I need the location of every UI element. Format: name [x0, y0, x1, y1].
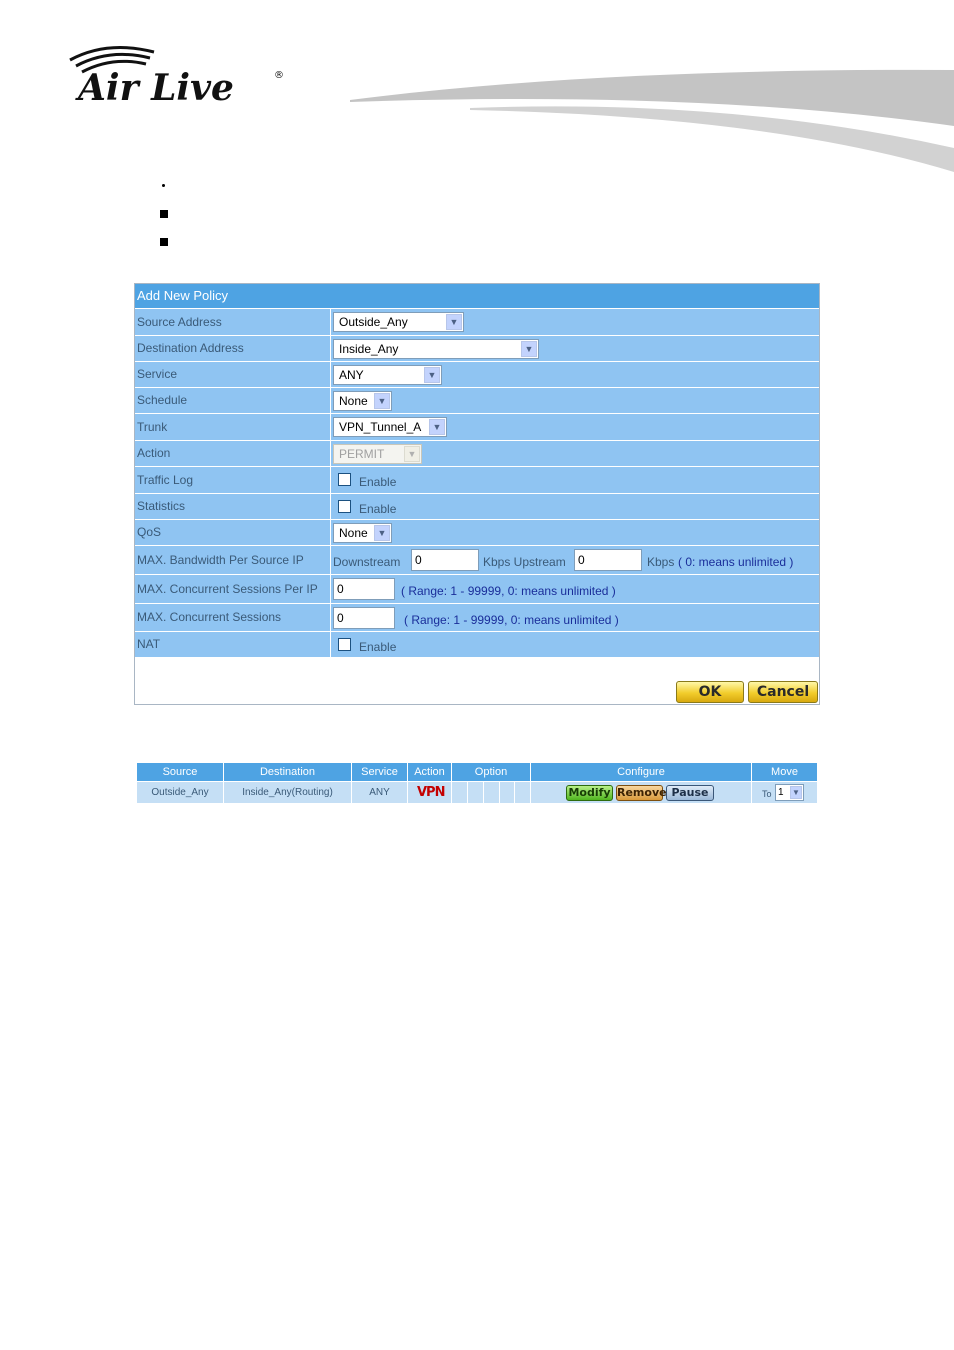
upstream-label: Kbps Upstream: [483, 555, 566, 569]
remove-button[interactable]: Remove: [616, 785, 667, 801]
max-sessions-hint: ( Range: 1 - 99999, 0: means unlimited ): [404, 613, 619, 627]
trunk-label: Trunk: [135, 414, 331, 440]
nat-checkbox[interactable]: [338, 638, 351, 651]
chevron-down-icon: ▼: [404, 446, 420, 462]
kbps-unit-label: Kbps: [647, 555, 675, 569]
row-max-sessions-per-ip: MAX. Concurrent Sessions Per IP 0 ( Rang…: [135, 574, 819, 603]
action-label: Action: [135, 441, 331, 466]
header-service: Service: [352, 763, 408, 781]
header-option: Option: [452, 763, 531, 781]
qos-select[interactable]: None ▼: [333, 523, 392, 543]
service-select[interactable]: ANY ▼: [333, 365, 442, 385]
schedule-label: Schedule: [135, 388, 331, 413]
row-service: Service ANY ▼: [135, 361, 819, 387]
vpn-action-icon: VPN: [417, 785, 445, 800]
nat-label: NAT: [135, 632, 331, 657]
row-nat: NAT Enable: [135, 631, 819, 657]
downstream-label: Downstream: [333, 555, 401, 569]
max-sessions-per-ip-hint: ( Range: 1 - 99999, 0: means unlimited ): [401, 584, 616, 598]
cell-option: [484, 782, 500, 803]
schedule-select[interactable]: None ▼: [333, 391, 392, 411]
row-qos: QoS None ▼: [135, 519, 819, 545]
source-address-label: Source Address: [135, 309, 331, 335]
row-source-address: Source Address Outside_Any ▼: [135, 308, 819, 335]
header-swoosh: [350, 69, 954, 172]
chevron-down-icon: ▼: [424, 367, 440, 383]
cell-option: [515, 782, 531, 803]
max-sessions-label: MAX. Concurrent Sessions: [135, 604, 331, 631]
chevron-down-icon: ▼: [521, 341, 537, 357]
small-bullet: [162, 184, 165, 187]
max-bandwidth-label: MAX. Bandwidth Per Source IP: [135, 546, 331, 574]
cell-option: [500, 782, 515, 803]
chevron-down-icon: ▼: [374, 525, 390, 541]
cell-source: Outside_Any: [137, 782, 224, 803]
chevron-down-icon: ▼: [790, 786, 802, 799]
qos-label: QoS: [135, 520, 331, 545]
policy-table: Source Destination Service Action Option…: [137, 763, 817, 803]
trunk-select[interactable]: VPN_Tunnel_A ▼: [333, 417, 447, 437]
service-label: Service: [135, 362, 331, 387]
move-select[interactable]: 1 ▼: [775, 784, 804, 801]
row-max-sessions: MAX. Concurrent Sessions 0 ( Range: 1 - …: [135, 603, 819, 631]
svg-text:®: ®: [274, 70, 284, 81]
ok-button[interactable]: OK: [676, 681, 744, 703]
bandwidth-hint: ( 0: means unlimited ): [678, 555, 794, 569]
destination-address-select[interactable]: Inside_Any ▼: [333, 339, 539, 359]
cell-destination: Inside_Any(Routing): [224, 782, 352, 803]
bullet-list: [160, 184, 190, 254]
statistics-label: Statistics: [135, 494, 331, 519]
row-action: Action PERMIT ▼: [135, 440, 819, 466]
row-statistics: Statistics Enable: [135, 493, 819, 519]
cell-service: ANY: [352, 782, 408, 803]
statistics-checkbox[interactable]: [338, 500, 351, 513]
row-traffic-log: Traffic Log Enable: [135, 466, 819, 493]
source-address-select[interactable]: Outside_Any ▼: [333, 312, 464, 332]
cell-option: [468, 782, 484, 803]
square-bullet: [160, 238, 168, 246]
cancel-button[interactable]: Cancel: [748, 681, 818, 703]
downstream-input[interactable]: 0: [411, 549, 479, 571]
panel-title: Add New Policy: [135, 284, 819, 308]
square-bullet: [160, 210, 168, 218]
nat-enable-label: Enable: [359, 640, 397, 654]
add-policy-panel: Add New Policy Source Address Outside_An…: [134, 283, 820, 705]
chevron-down-icon: ▼: [429, 419, 445, 435]
row-max-bandwidth: MAX. Bandwidth Per Source IP Downstream …: [135, 545, 819, 574]
header-destination: Destination: [224, 763, 352, 781]
pause-button[interactable]: Pause: [666, 785, 714, 801]
cell-option: [452, 782, 468, 803]
row-trunk: Trunk VPN_Tunnel_A ▼: [135, 413, 819, 440]
max-sessions-per-ip-label: MAX. Concurrent Sessions Per IP: [135, 575, 331, 603]
action-select: PERMIT ▼: [333, 444, 422, 464]
traffic-log-enable-label: Enable: [359, 475, 397, 489]
max-sessions-input[interactable]: 0: [333, 607, 395, 629]
header-source: Source: [137, 763, 224, 781]
modify-button[interactable]: Modify: [566, 785, 613, 801]
traffic-log-checkbox[interactable]: [338, 473, 351, 486]
chevron-down-icon: ▼: [374, 393, 390, 409]
header-action: Action: [408, 763, 452, 781]
statistics-enable-label: Enable: [359, 502, 397, 516]
destination-address-label: Destination Address: [135, 336, 331, 361]
traffic-log-label: Traffic Log: [135, 467, 331, 493]
header-move: Move: [752, 763, 817, 781]
header-configure: Configure: [531, 763, 752, 781]
airlive-logo: Air Live ®: [69, 46, 284, 104]
row-destination-address: Destination Address Inside_Any ▼: [135, 335, 819, 361]
upstream-input[interactable]: 0: [574, 549, 642, 571]
svg-text:Air Live: Air Live: [75, 67, 234, 104]
chevron-down-icon: ▼: [446, 314, 462, 330]
move-to-label: To: [762, 789, 772, 799]
max-sessions-per-ip-input[interactable]: 0: [333, 578, 395, 600]
row-schedule: Schedule None ▼: [135, 387, 819, 413]
